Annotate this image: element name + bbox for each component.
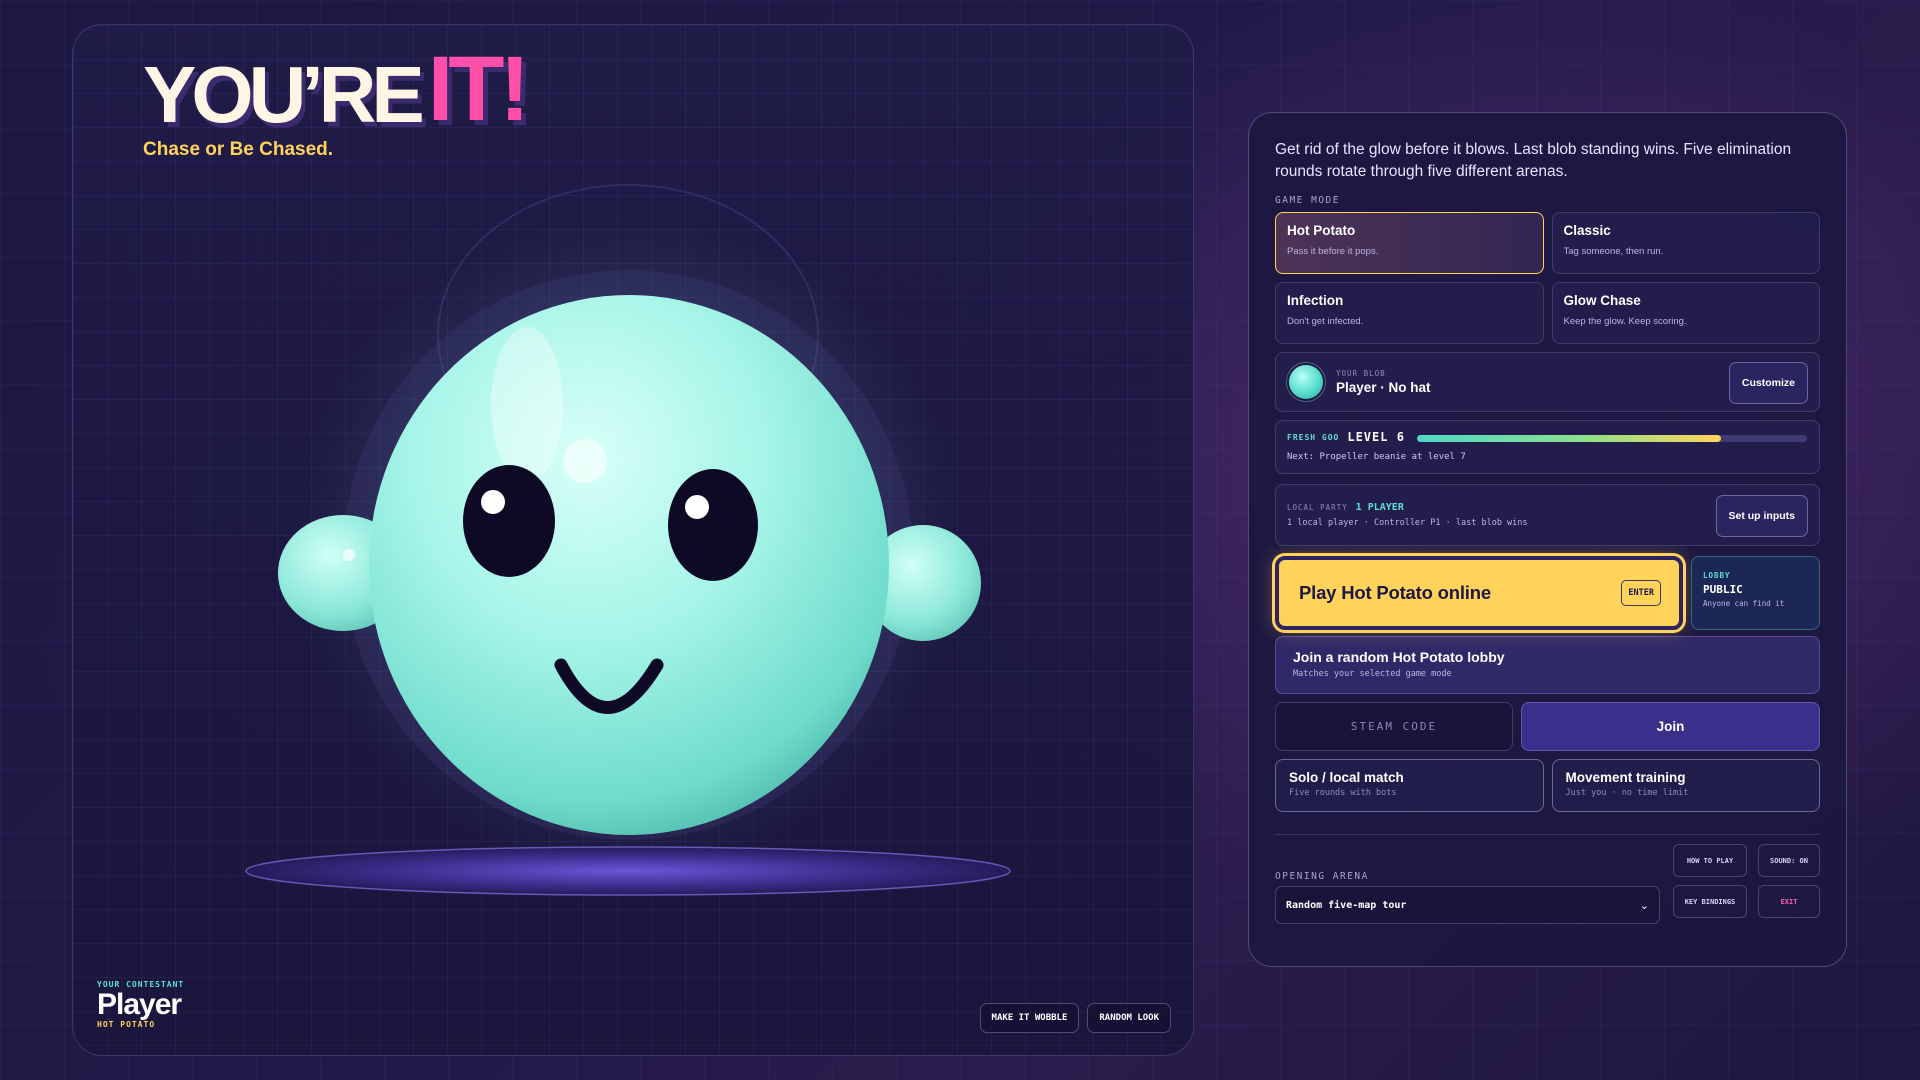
sound-toggle-button[interactable]: SOUND: ON — [1758, 844, 1820, 877]
blob-character[interactable] — [73, 25, 1193, 1055]
game-description: Get rid of the glow before it blows. Las… — [1275, 141, 1792, 180]
mode-desc: Tag someone, then run. — [1563, 246, 1664, 257]
mode-card-hot-potato[interactable]: Hot Potato Pass it before it pops. — [1275, 212, 1544, 274]
make-it-wobble-button[interactable]: MAKE IT WOBBLE — [979, 1003, 1080, 1033]
arena-value: Random five-map tour — [1286, 899, 1407, 911]
fresh-goo-label: FRESH GOO — [1287, 432, 1340, 442]
training-sub: Just you · no time limit — [1565, 788, 1689, 798]
solo-title: Solo / local match — [1289, 770, 1404, 785]
blob-info: YOUR BLOB Player · No hat — [1336, 369, 1431, 395]
mode-card-classic[interactable]: Classic Tag someone, then run. — [1551, 212, 1820, 274]
join-random-title: Join a random Hot Potato lobby — [1293, 649, 1505, 665]
lobby-visibility-toggle[interactable]: LOBBY PUBLIC Anyone can find it — [1691, 556, 1820, 630]
chevron-down-icon: ⌄ — [1639, 898, 1649, 912]
mode-title: Hot Potato — [1287, 223, 1356, 238]
panel-footer: OPENING ARENA Random five-map tour ⌄ HOW… — [1275, 835, 1820, 935]
steam-code-input[interactable] — [1275, 702, 1513, 751]
level-progress-bar — [1417, 435, 1807, 442]
blob-character-illustration — [245, 184, 1011, 896]
contestant-name: Player — [97, 987, 182, 1021]
local-party-label: LOCAL PARTY — [1287, 503, 1348, 512]
lobby-label: LOBBY — [1703, 571, 1731, 580]
local-party-card: LOCAL PARTY 1 PLAYER 1 local player · Co… — [1275, 484, 1820, 546]
mode-card-infection[interactable]: Infection Don't get infected. — [1275, 282, 1544, 344]
join-button[interactable]: Join — [1521, 702, 1820, 751]
mode-title: Infection — [1287, 293, 1344, 308]
party-details: 1 local player · Controller P1 · last bl… — [1287, 518, 1528, 528]
opening-arena-select[interactable]: Random five-map tour ⌄ — [1275, 886, 1660, 924]
offline-options: Solo / local match Five rounds with bots… — [1275, 759, 1820, 812]
training-title: Movement training — [1565, 770, 1686, 785]
mode-card-glow-chase[interactable]: Glow Chase Keep the glow. Keep scoring. — [1551, 282, 1820, 344]
join-random-sub: Matches your selected game mode — [1293, 669, 1452, 679]
join-random-lobby-button[interactable]: Join a random Hot Potato lobby Matches y… — [1275, 636, 1820, 694]
game-mode-label: GAME MODE — [1275, 195, 1340, 206]
level-progress-fill — [1417, 435, 1722, 442]
how-to-play-button[interactable]: HOW TO PLAY — [1673, 844, 1747, 877]
mode-title: Glow Chase — [1563, 293, 1641, 308]
play-button-label: Play Hot Potato online — [1299, 582, 1491, 603]
your-blob-label: YOUR BLOB — [1336, 369, 1386, 378]
logo-part-2: IT! — [427, 38, 530, 140]
party-info: LOCAL PARTY 1 PLAYER 1 local player · Co… — [1287, 502, 1528, 528]
contestant-info: YOUR CONTESTANT Player HOT POTATO — [97, 980, 184, 1030]
game-logo: YOU’RE IT! Chase or Be Chased. — [143, 38, 530, 161]
party-count: 1 PLAYER — [1355, 502, 1404, 513]
level-text: LEVEL 6 — [1347, 430, 1405, 444]
steam-code-row: Join — [1275, 702, 1820, 751]
enter-key-hint: ENTER — [1621, 580, 1661, 606]
mode-title: Classic — [1563, 223, 1611, 238]
mode-desc: Don't get infected. — [1287, 316, 1364, 327]
logo-part-1: YOU’RE — [143, 50, 425, 139]
your-blob-card: YOUR BLOB Player · No hat Customize — [1275, 352, 1820, 412]
level-card: FRESH GOO LEVEL 6 Next: Propeller beanie… — [1275, 420, 1820, 474]
mode-desc: Pass it before it pops. — [1287, 246, 1379, 257]
solo-local-match-button[interactable]: Solo / local match Five rounds with bots — [1275, 759, 1544, 812]
blob-avatar — [1287, 363, 1325, 401]
play-online-button[interactable]: Play Hot Potato online ENTER — [1275, 556, 1683, 630]
exit-button[interactable]: EXIT — [1758, 885, 1820, 918]
lobby-sub: Anyone can find it — [1703, 599, 1785, 608]
set-up-inputs-button[interactable]: Set up inputs — [1715, 495, 1808, 537]
game-mode-grid: Hot Potato Pass it before it pops. Class… — [1275, 212, 1820, 344]
party-header: LOCAL PARTY 1 PLAYER — [1287, 502, 1528, 513]
next-unlock: Next: Propeller beanie at level 7 — [1287, 452, 1466, 462]
solo-sub: Five rounds with bots — [1289, 788, 1397, 798]
key-bindings-button[interactable]: KEY BINDINGS — [1673, 885, 1747, 918]
character-stage: YOU’RE IT! Chase or Be Chased. YOUR CONT… — [72, 24, 1194, 1056]
opening-arena-label: OPENING ARENA — [1275, 871, 1369, 882]
customize-button[interactable]: Customize — [1728, 362, 1808, 404]
lobby-value: PUBLIC — [1703, 583, 1743, 596]
main-menu-panel: Get rid of the glow before it blows. Las… — [1248, 112, 1847, 967]
logo-wordmark: YOU’RE IT! — [143, 38, 530, 140]
tagline: Chase or Be Chased. — [143, 139, 334, 160]
contestant-mode: HOT POTATO — [97, 1020, 156, 1029]
mode-desc: Keep the glow. Keep scoring. — [1563, 316, 1687, 327]
random-look-button[interactable]: RANDOM LOOK — [1087, 1003, 1171, 1033]
blob-name: Player · No hat — [1336, 380, 1431, 395]
stage-actions: MAKE IT WOBBLE RANDOM LOOK — [979, 1003, 1171, 1033]
play-row: Play Hot Potato online ENTER LOBBY PUBLI… — [1275, 556, 1820, 630]
movement-training-button[interactable]: Movement training Just you · no time lim… — [1551, 759, 1820, 812]
